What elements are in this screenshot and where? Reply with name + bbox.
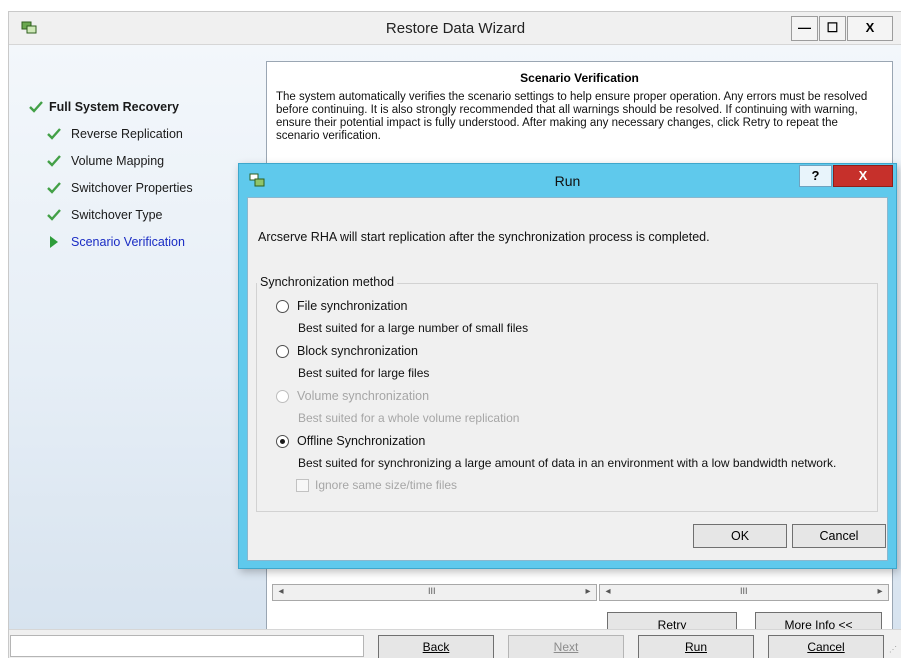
left-horizontal-scrollbar[interactable]: ◂ III ▸	[272, 584, 597, 601]
ok-button[interactable]: OK	[693, 524, 787, 548]
maximize-button[interactable]: ☐	[819, 16, 846, 41]
sync-method-group-label: Synchronization method	[257, 275, 398, 289]
scroll-left-icon[interactable]: ◂	[273, 585, 289, 600]
step-switchover-type: Switchover Type	[29, 208, 162, 235]
checkmark-icon	[47, 182, 61, 194]
block-sync-description: Best suited for large files	[298, 366, 430, 380]
dialog-cancel-button[interactable]: Cancel	[792, 524, 886, 548]
step-label: Reverse Replication	[71, 127, 183, 141]
scroll-right-icon[interactable]: ▸	[872, 585, 888, 600]
radio-button[interactable]	[276, 345, 289, 358]
step-reverse-replication: Reverse Replication	[29, 127, 183, 154]
radio-label[interactable]: Block synchronization	[297, 344, 418, 358]
checkbox	[296, 479, 309, 492]
step-label: Volume Mapping	[71, 154, 165, 168]
checkmark-icon	[47, 128, 61, 140]
file-sync-description: Best suited for a large number of small …	[298, 321, 529, 335]
volume-sync-description: Best suited for a whole volume replicati…	[298, 411, 520, 425]
run-button-label: Run	[684, 640, 707, 654]
back-button[interactable]: Back	[378, 635, 494, 658]
scroll-right-icon[interactable]: ▸	[580, 585, 596, 600]
wizard-titlebar[interactable]: Restore Data Wizard — ☐ X	[9, 12, 901, 45]
offline-sync-description: Best suited for synchronizing a large am…	[298, 456, 837, 470]
help-button[interactable]: ?	[799, 165, 832, 187]
page-description: The system automatically verifies the sc…	[276, 91, 868, 142]
checkmark-icon	[47, 155, 61, 167]
dialog-close-button[interactable]: X	[833, 165, 893, 187]
radio-button-selected[interactable]	[276, 435, 289, 448]
status-field	[10, 635, 364, 657]
dialog-content: Arcserve RHA will start replication afte…	[247, 197, 888, 561]
wizard-title: Restore Data Wizard	[385, 20, 526, 37]
radio-label: Volume synchronization	[297, 389, 430, 403]
step-scenario-verification: Scenario Verification	[29, 235, 185, 262]
wizard-footer: Back Next Run Cancel ⋰	[9, 629, 901, 658]
cancel-button[interactable]: Cancel	[768, 635, 884, 658]
current-step-arrow-icon	[47, 236, 61, 248]
scroll-left-icon[interactable]: ◂	[600, 585, 616, 600]
run-dialog: Run ? X Arcserve RHA will start replicat…	[238, 163, 897, 569]
step-switchover-properties: Switchover Properties	[29, 181, 193, 208]
step-label: Full System Recovery	[49, 100, 179, 114]
step-full-system-recovery: Full System Recovery	[29, 100, 179, 127]
next-button[interactable]: Next	[508, 635, 624, 658]
wizard-steps: Full System Recovery Reverse Replication…	[29, 100, 193, 262]
dialog-message: Arcserve RHA will start replication afte…	[258, 230, 710, 244]
radio-label[interactable]: File synchronization	[297, 299, 407, 313]
run-button[interactable]: Run	[638, 635, 754, 658]
scroll-grip[interactable]: III	[428, 586, 436, 596]
checkbox-label: Ignore same size/time files	[315, 478, 458, 492]
minimize-button[interactable]: —	[791, 16, 818, 41]
next-button-label: Next	[553, 640, 579, 654]
step-label: Switchover Properties	[71, 181, 193, 195]
scroll-grip[interactable]: III	[740, 586, 748, 596]
page-heading: Scenario Verification	[520, 71, 639, 85]
close-button[interactable]: X	[847, 16, 893, 41]
right-horizontal-scrollbar[interactable]: ◂ III ▸	[599, 584, 889, 601]
step-label: Switchover Type	[71, 208, 163, 222]
resize-grip-icon[interactable]: ⋰	[889, 645, 899, 655]
radio-dot	[280, 439, 285, 444]
checkmark-icon	[29, 101, 43, 113]
radio-button	[276, 390, 289, 403]
radio-button[interactable]	[276, 300, 289, 313]
radio-label[interactable]: Offline Synchronization	[297, 434, 425, 448]
step-volume-mapping: Volume Mapping	[29, 154, 164, 181]
cancel-button-label: Cancel	[807, 640, 845, 654]
checkmark-icon	[47, 209, 61, 221]
step-label: Scenario Verification	[71, 235, 185, 249]
dialog-titlebar[interactable]: Run ? X	[239, 164, 896, 197]
dialog-title: Run	[554, 173, 581, 189]
back-button-label: Back	[422, 640, 450, 654]
